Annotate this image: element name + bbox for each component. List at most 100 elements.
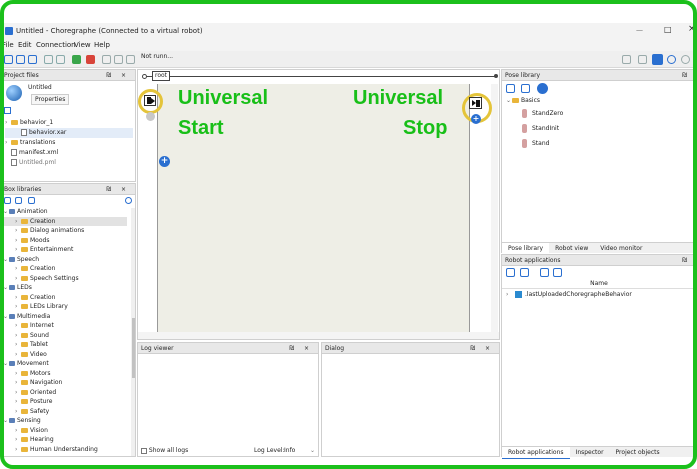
tab-robot-view[interactable]: Robot view: [549, 243, 594, 254]
pose-item[interactable]: StandInit: [518, 121, 696, 136]
menu-edit[interactable]: Edit: [18, 41, 32, 49]
tab-robot-applications[interactable]: Robot applications: [502, 447, 570, 459]
breadcrumb-root[interactable]: root: [152, 71, 171, 81]
library-subfolder[interactable]: › Hearing: [3, 435, 127, 445]
library-category[interactable]: ⌄ LEDs: [3, 283, 127, 293]
search-icon[interactable]: [125, 197, 132, 204]
project-file-item[interactable]: › behavior_1: [5, 118, 133, 128]
panel-controls[interactable]: ₪: [682, 70, 691, 81]
library-subfolder[interactable]: › Safety: [3, 407, 127, 417]
tab-inspector[interactable]: Inspector: [570, 447, 610, 458]
show-all-logs-checkbox[interactable]: [141, 447, 147, 454]
settings-icon[interactable]: [681, 55, 690, 64]
library-subfolder[interactable]: › Dialog animations: [3, 226, 127, 236]
library-subfolder[interactable]: › Internet: [3, 321, 127, 331]
filter-icon[interactable]: [28, 197, 35, 204]
properties-button[interactable]: Properties: [31, 94, 70, 105]
stop-icon[interactable]: [114, 55, 123, 64]
chevron-down-icon[interactable]: ⌄: [310, 447, 315, 454]
canvas-scrollbar[interactable]: [491, 84, 498, 332]
library-category[interactable]: ⌄ Multimedia: [3, 312, 127, 322]
add-application-icon[interactable]: [540, 268, 549, 277]
remove-application-icon[interactable]: [553, 268, 562, 277]
library-subfolder[interactable]: › Tablet: [3, 340, 127, 350]
library-category[interactable]: ⌄ Speech: [3, 255, 127, 265]
library-item-label: Animation: [17, 208, 48, 215]
library-subfolder[interactable]: › Creation: [3, 216, 127, 226]
project-file-item[interactable]: behavior.xar: [5, 128, 133, 138]
add-output-button[interactable]: +: [471, 114, 481, 124]
box-libraries-scrollbar[interactable]: [131, 208, 135, 456]
tab-project-objects[interactable]: Project objects: [610, 447, 666, 458]
add-pose-icon[interactable]: [537, 83, 548, 94]
library-subfolder[interactable]: › LEDs Library: [3, 302, 127, 312]
library-category[interactable]: ⌄ Movement: [3, 359, 127, 369]
panel-controls[interactable]: ₪: [682, 255, 691, 266]
library-subfolder[interactable]: › Motors: [3, 369, 127, 379]
panel-controls[interactable]: ₪ ×: [470, 343, 494, 354]
library-subfolder[interactable]: › Creation: [3, 264, 127, 274]
package-icon[interactable]: [506, 268, 515, 277]
debug-icon[interactable]: [126, 55, 135, 64]
library-category[interactable]: ⌄ Sensing: [3, 416, 127, 426]
horizontal-scrollbar[interactable]: [138, 332, 499, 339]
tab-video-monitor[interactable]: Video monitor: [594, 243, 648, 254]
open-pose-library-icon[interactable]: [521, 84, 530, 93]
application-item[interactable]: › .lastUploadedChoregrapheBehavior: [506, 289, 696, 300]
library-subfolder[interactable]: › Entertainment: [3, 245, 127, 255]
name-column-header[interactable]: Name: [502, 279, 696, 289]
new-pose-library-icon[interactable]: [506, 84, 515, 93]
universal-start-input[interactable]: [144, 95, 156, 106]
universal-stop-output[interactable]: [469, 97, 482, 109]
minimize-button[interactable]: —: [636, 26, 643, 34]
connect-icon[interactable]: [72, 55, 81, 64]
panel-controls[interactable]: ₪ ×: [289, 343, 313, 354]
menu-view[interactable]: View: [74, 41, 91, 49]
pose-item[interactable]: Stand: [518, 136, 696, 151]
library-subfolder[interactable]: › Video: [3, 350, 127, 360]
onload-input-dot[interactable]: [146, 112, 155, 121]
project-file-item[interactable]: Untitled.pml: [5, 158, 133, 168]
project-file-item[interactable]: › translations: [5, 138, 133, 148]
autonomous-life-icon[interactable]: [667, 55, 676, 64]
library-subfolder[interactable]: › Vision: [3, 426, 127, 436]
library-category[interactable]: ⌄ Animation: [3, 207, 127, 217]
library-subfolder[interactable]: › Navigation: [3, 378, 127, 388]
robot-view-icon[interactable]: [638, 55, 647, 64]
folder-icon: [21, 228, 28, 233]
menu-file[interactable]: File: [2, 41, 14, 49]
add-file-icon[interactable]: [4, 107, 11, 114]
library-subfolder[interactable]: › Human Understanding: [3, 445, 127, 455]
add-library-icon[interactable]: [4, 197, 11, 204]
project-file-item[interactable]: manifest.xml: [5, 148, 133, 158]
volume-icon[interactable]: [622, 55, 631, 64]
maximize-button[interactable]: □: [664, 25, 672, 34]
menu-connection[interactable]: Connection: [36, 41, 76, 49]
open-file-icon[interactable]: [16, 55, 25, 64]
menu-help[interactable]: Help: [94, 41, 110, 49]
library-subfolder[interactable]: › Oriented: [3, 388, 127, 398]
library-subfolder[interactable]: › Speech Settings: [3, 274, 127, 284]
library-subfolder[interactable]: › Sound: [3, 331, 127, 341]
chevron-right-icon[interactable]: ›: [506, 289, 512, 300]
wake-up-icon[interactable]: [652, 54, 663, 65]
panel-controls[interactable]: ₪ ×: [106, 184, 130, 195]
library-subfolder[interactable]: › Posture: [3, 397, 127, 407]
new-file-icon[interactable]: [4, 55, 13, 64]
close-button[interactable]: ×: [688, 24, 696, 34]
undo-icon[interactable]: [44, 55, 53, 64]
flow-diagram-area[interactable]: root + + Universal Start Universal Stop: [137, 69, 500, 340]
refresh-icon[interactable]: [520, 268, 529, 277]
panel-controls[interactable]: ₪ ×: [106, 70, 130, 81]
redo-icon[interactable]: [56, 55, 65, 64]
log-level-select[interactable]: Info: [284, 447, 295, 454]
save-icon[interactable]: [28, 55, 37, 64]
add-input-button[interactable]: +: [159, 156, 170, 167]
disconnect-icon[interactable]: [86, 55, 95, 64]
pose-folder-basics[interactable]: ⌄ Basics: [506, 96, 696, 106]
pose-item[interactable]: StandZero: [518, 106, 696, 121]
open-library-icon[interactable]: [15, 197, 22, 204]
library-subfolder[interactable]: › Creation: [3, 293, 127, 303]
play-icon[interactable]: [102, 55, 111, 64]
library-subfolder[interactable]: › Moods: [3, 236, 127, 246]
